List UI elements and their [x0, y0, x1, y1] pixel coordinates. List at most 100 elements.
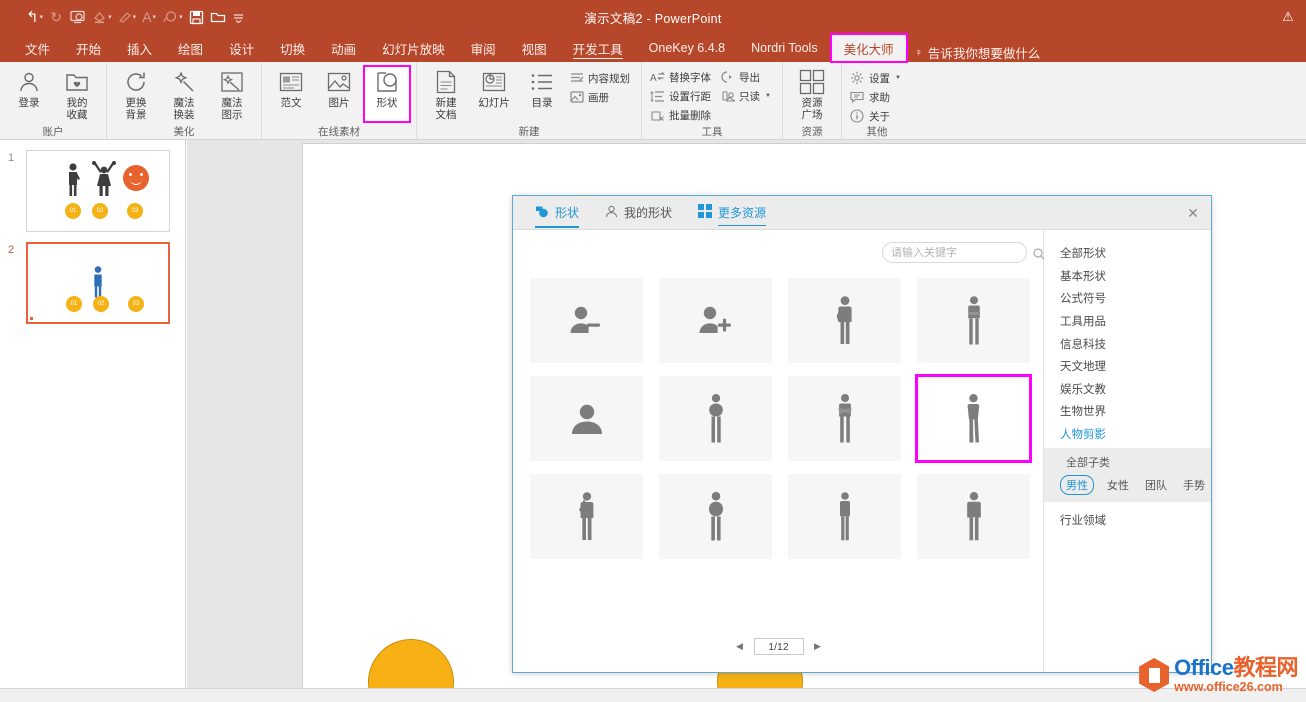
warning-icon[interactable]: ⚠ [1280, 10, 1296, 24]
magic-restyle-button[interactable]: 魔法 换装 [161, 66, 207, 122]
tab-transitions[interactable]: 切换 [267, 34, 318, 62]
close-icon[interactable]: ✕ [1183, 203, 1203, 223]
resource-square-button[interactable]: 资源 广场 [789, 66, 835, 122]
tab-review[interactable]: 审阅 [458, 34, 509, 62]
tab-draw[interactable]: 绘图 [165, 34, 216, 62]
picture-label: 图片 [328, 97, 350, 109]
export-button[interactable]: 导出 [718, 68, 776, 86]
category-people-silhouettes[interactable]: 人物剪影 [1044, 423, 1211, 446]
subcategory-chip-female[interactable]: 女性 [1104, 476, 1132, 494]
slide-thumbnail-1[interactable]: 01 02 03 [26, 150, 170, 232]
new-slide-button[interactable]: 幻灯片 [471, 66, 517, 122]
subcategory-chip-male[interactable]: 男性 [1060, 475, 1094, 496]
sample-text-button[interactable]: 范文 [268, 66, 314, 122]
shape-cell-man-walking-silhouette[interactable] [915, 374, 1032, 463]
tell-me-box[interactable]: ♀ 告诉我你想要做什么 [915, 43, 1041, 62]
subcategory-chip-team[interactable]: 团队 [1142, 476, 1170, 494]
replace-font-button[interactable]: A 替换字体 [648, 68, 716, 86]
tab-meihua-dashi[interactable]: 美化大师 [829, 33, 908, 63]
category-astronomy-geography[interactable]: 天文地理 [1044, 355, 1211, 378]
category-tools-supplies[interactable]: 工具用品 [1044, 310, 1211, 333]
magic-diagram-button[interactable]: 魔法 图示 [209, 66, 255, 122]
batch-delete-button[interactable]: 批量删除 [648, 106, 716, 124]
category-information-technology[interactable]: 信息科技 [1044, 332, 1211, 355]
slide-thumb-row-2[interactable]: 2 01 02 03 [0, 242, 185, 324]
tab-design[interactable]: 设计 [216, 34, 267, 62]
watermark-text: Office教程网 www.office26.com [1174, 654, 1298, 694]
page-indicator[interactable]: 1/12 [753, 638, 804, 655]
dialog-tab-shapes[interactable]: 形状 [535, 196, 580, 230]
change-background-button[interactable]: 更换 背景 [113, 66, 159, 122]
chevron-right-icon[interactable]: ▶ [813, 641, 823, 652]
category-entertainment-education[interactable]: 娱乐文教 [1044, 378, 1211, 401]
chevron-left-icon[interactable]: ◀ [735, 641, 745, 652]
document-icon [279, 69, 303, 95]
category-biology-world[interactable]: 生物世界 [1044, 400, 1211, 423]
watermark-brand-en: Office [1174, 654, 1234, 680]
shape-cell-man-standing-wide[interactable] [917, 474, 1030, 559]
slide-thumbnail-pane[interactable]: 1 01 02 03 2 01 02 03 [0, 140, 186, 688]
table-of-contents-button[interactable]: 目录 [519, 66, 565, 122]
tab-slideshow[interactable]: 幻灯片放映 [369, 34, 458, 62]
dialog-tab-more-resources[interactable]: 更多资源 [698, 196, 767, 230]
dialog-tab-my-shapes-label: 我的形状 [624, 206, 673, 220]
tab-onekey[interactable]: OneKey 6.4.8 [636, 34, 738, 62]
new-document-button[interactable]: 新建 文档 [423, 66, 469, 122]
slide-thumbnail-2[interactable]: 01 02 03 [26, 242, 170, 324]
settings-button[interactable]: 设置 ▼ [848, 69, 906, 87]
ribbon-group-other: 设置 ▼ 求助 关于 其他 [840, 62, 912, 140]
search-box[interactable] [882, 242, 1045, 263]
shape-cell-man-hands-clasped[interactable] [659, 376, 772, 461]
category-industry-fields[interactable]: 行业领域 [1044, 508, 1211, 531]
new-document-icon [435, 69, 457, 95]
about-button[interactable]: 关于 [848, 107, 906, 125]
picture-button[interactable]: 图片 [316, 66, 362, 122]
tab-home[interactable]: 开始 [63, 34, 114, 62]
mini-badge-03: 03 [128, 296, 144, 312]
subcategory-all[interactable]: 全部子类 [1044, 454, 1211, 470]
replace-font-label: 替换字体 [669, 71, 711, 84]
category-all-shapes[interactable]: 全部形状 [1044, 242, 1211, 265]
tab-developer[interactable]: 开发工具 [560, 34, 636, 62]
pagination: ◀ 1/12 ▶ [513, 638, 1044, 655]
settings-label: 设置 [868, 72, 890, 85]
tab-view[interactable]: 视图 [509, 34, 560, 62]
shape-cell-avatar-bust[interactable] [530, 376, 643, 461]
tab-insert[interactable]: 插入 [114, 34, 165, 62]
shape-cell-man-standing-slim[interactable] [788, 474, 901, 559]
line-spacing-button[interactable]: 设置行距 [648, 87, 716, 105]
dialog-tab-my-shapes[interactable]: 我的形状 [605, 196, 672, 230]
shape-cell-user-plus[interactable] [659, 278, 772, 363]
shape-cell-man-hands-behind-back[interactable] [659, 474, 772, 559]
content-plan-button[interactable]: 内容规划 [567, 69, 635, 87]
mini-badge-03: 03 [127, 203, 143, 219]
album-button[interactable]: 画册 [567, 88, 635, 106]
shape-cell-man-hand-to-chin[interactable] [530, 474, 643, 559]
subcategory-chip-gesture[interactable]: 手势 [1180, 476, 1208, 494]
shape-cell-man-hand-on-hip[interactable] [788, 278, 901, 363]
watermark-url: www.office26.com [1174, 679, 1283, 694]
export-label: 导出 [739, 71, 760, 84]
shape-cell-man-arms-crossed[interactable] [788, 376, 901, 461]
batch-delete-label: 批量删除 [669, 109, 711, 122]
tab-nordri-tools[interactable]: Nordri Tools [738, 34, 830, 62]
readonly-button[interactable]: 只读 ▼ [718, 87, 776, 105]
slide-thumb-row-1[interactable]: 1 01 02 03 [0, 150, 185, 232]
replace-font-icon: A [650, 70, 665, 85]
category-basic-shapes[interactable]: 基本形状 [1044, 265, 1211, 288]
new-document-label: 新建 文档 [435, 97, 457, 121]
mini-badge-02: 02 [92, 203, 108, 219]
search-icon[interactable] [1033, 247, 1045, 260]
resource-square-icon [799, 69, 825, 95]
shape-cell-man-arms-folded-side[interactable] [917, 278, 1030, 363]
shapes-button[interactable]: 形状 [363, 65, 411, 123]
help-button[interactable]: 求助 [848, 88, 906, 106]
search-input[interactable] [891, 246, 1033, 259]
login-button[interactable]: 登录 [6, 66, 52, 122]
shape-cell-user-minus[interactable] [530, 278, 643, 363]
tab-file[interactable]: 文件 [12, 34, 63, 62]
my-favorites-button[interactable]: 我的 收藏 [54, 66, 100, 122]
group-label-account: 账户 [42, 126, 64, 138]
category-formula-symbols[interactable]: 公式符号 [1044, 287, 1211, 310]
tab-animations[interactable]: 动画 [318, 34, 369, 62]
